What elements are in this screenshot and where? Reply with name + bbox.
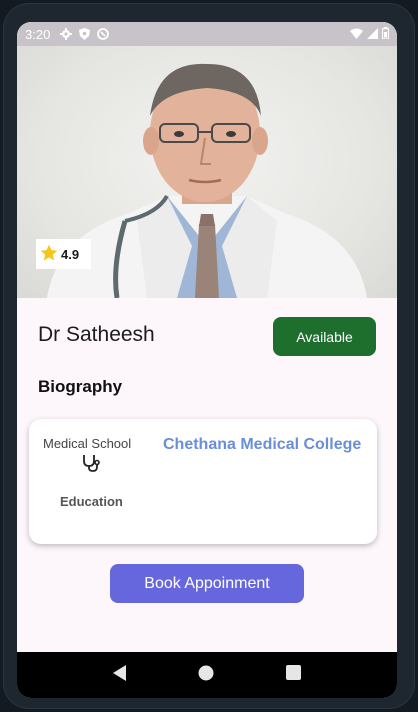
gear-icon (60, 28, 73, 40)
available-button[interactable]: Available (273, 317, 376, 356)
book-appointment-button[interactable]: Book Appoinment (110, 564, 304, 603)
college-name: Chethana Medical College (163, 436, 362, 453)
status-right (350, 26, 390, 42)
home-icon[interactable] (198, 665, 214, 686)
shield-icon (79, 28, 91, 40)
navigation-bar (17, 652, 397, 698)
wifi-icon (350, 27, 363, 42)
back-icon[interactable] (112, 664, 127, 686)
education-label: Education (60, 494, 123, 509)
stethoscope-icon (81, 454, 101, 477)
status-bar: 3:20 (17, 22, 397, 46)
star-icon (39, 243, 61, 266)
battery-icon (381, 26, 390, 42)
doctor-name: Dr Satheesh (38, 323, 155, 346)
biography-heading: Biography (38, 377, 123, 396)
recents-icon[interactable] (286, 665, 302, 685)
sync-icon (97, 28, 110, 40)
status-time: 3:20 (25, 26, 51, 42)
app-screen: 3:20 4.9 Dr Satheesh Available Biography… (17, 22, 397, 698)
medical-school-label: Medical School (43, 436, 132, 451)
signal-icon (367, 27, 378, 42)
rating-value: 4.9 (61, 246, 80, 262)
rating-badge: 4.9 (36, 239, 91, 269)
biography-card: Medical School Education Chethana Medica… (29, 419, 377, 544)
doctor-photo: 4.9 (17, 46, 397, 298)
